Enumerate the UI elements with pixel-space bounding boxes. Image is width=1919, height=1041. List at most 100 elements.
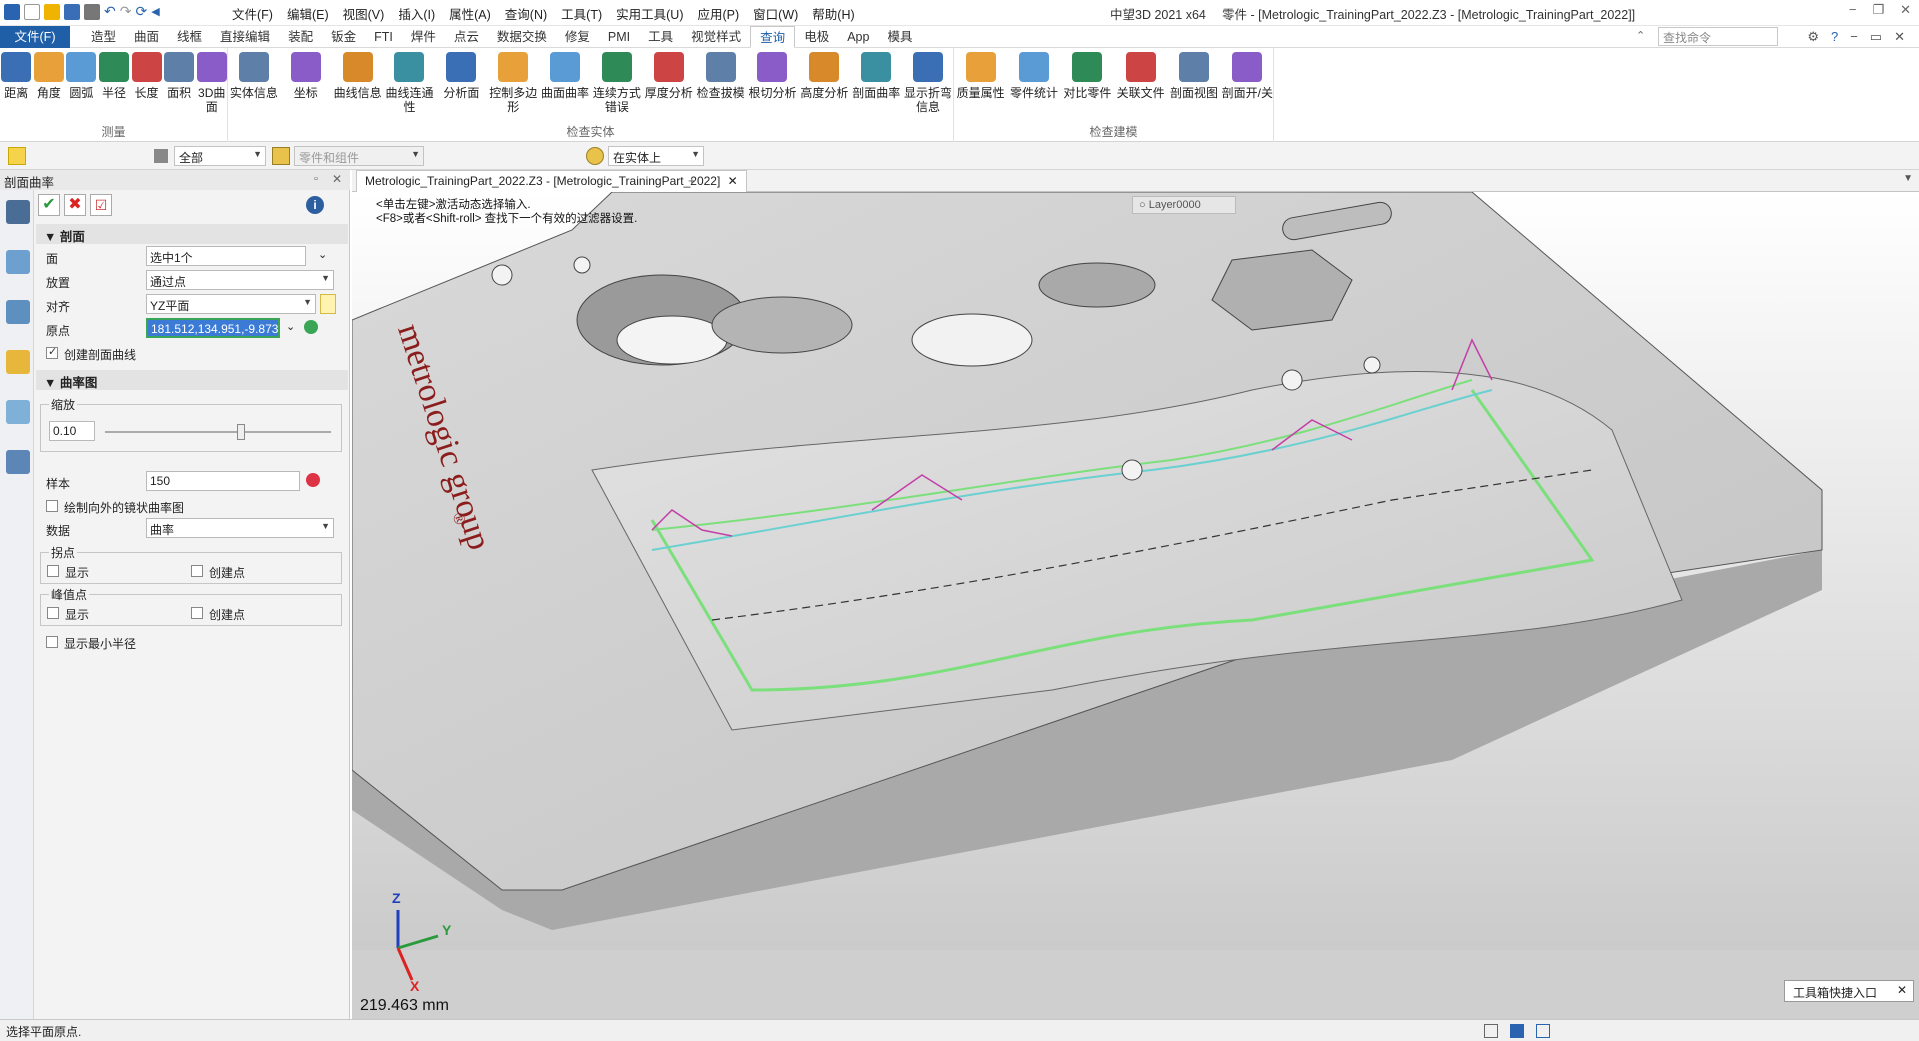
ribbon-tab[interactable]: 线框 bbox=[168, 26, 211, 48]
ribbon-tab[interactable]: FTI bbox=[365, 26, 402, 48]
ribbon-tab[interactable]: 模具 bbox=[878, 26, 921, 48]
ribbon-button[interactable]: 根切分析 bbox=[747, 52, 799, 100]
pick-on-solid-icon[interactable] bbox=[586, 147, 604, 165]
pin-icon[interactable]: ▫ bbox=[314, 173, 318, 185]
back-arrow-icon[interactable]: ◀ bbox=[151, 5, 159, 18]
open-folder-icon[interactable] bbox=[44, 3, 60, 20]
menu-item[interactable]: 窗口(W) bbox=[753, 4, 798, 23]
tab-close-icon[interactable]: ✕ bbox=[728, 174, 738, 188]
menu-item[interactable]: 查询(N) bbox=[505, 4, 547, 23]
expand-ribbon-icon[interactable]: ⌃ bbox=[1636, 29, 1645, 42]
ribbon-tab[interactable]: 数据交换 bbox=[488, 26, 556, 48]
ribbon-restore-icon[interactable]: ▭ bbox=[1870, 29, 1882, 45]
menu-item[interactable]: 属性(A) bbox=[449, 4, 491, 23]
ribbon-tab[interactable]: 修复 bbox=[556, 26, 599, 48]
settings-icon[interactable]: ⚙ bbox=[1807, 29, 1819, 45]
origin-dropdown-icon[interactable]: ⌄ bbox=[286, 320, 295, 333]
ribbon-button[interactable]: 曲线信息 bbox=[332, 52, 384, 100]
toolbox-close-icon[interactable]: ✕ bbox=[1897, 983, 1907, 997]
ribbon-tab[interactable]: 直接编辑 bbox=[211, 26, 279, 48]
placement-select[interactable]: 通过点 ▼ bbox=[146, 270, 334, 290]
sample-variable-icon[interactable] bbox=[306, 473, 320, 487]
ribbon-button[interactable]: 质量属性 bbox=[954, 52, 1007, 100]
tab-list-icon[interactable]: ▼ bbox=[1903, 173, 1913, 184]
data-select[interactable]: 曲率 ▼ bbox=[146, 518, 334, 538]
ribbon-button[interactable]: 半径 bbox=[98, 52, 131, 100]
create-curve-checkbox[interactable] bbox=[46, 345, 58, 359]
mirror-checkbox[interactable] bbox=[46, 500, 58, 512]
min-radius-checkbox[interactable] bbox=[46, 636, 58, 648]
ribbon-button[interactable]: 零件统计 bbox=[1007, 52, 1060, 100]
menu-item[interactable]: 应用(P) bbox=[697, 4, 739, 23]
align-options-icon[interactable] bbox=[320, 294, 336, 314]
minimize-icon[interactable]: − bbox=[1849, 2, 1857, 18]
sample-input[interactable]: 150 bbox=[146, 471, 300, 491]
ribbon-tab[interactable]: 工具 bbox=[639, 26, 682, 48]
user-icon[interactable] bbox=[6, 450, 30, 474]
ribbon-button[interactable]: 检查拔模 bbox=[695, 52, 747, 100]
ribbon-tab[interactable]: 点云 bbox=[445, 26, 488, 48]
ribbon-button[interactable]: 关联文件 bbox=[1114, 52, 1167, 100]
expand-double-icon[interactable]: ⌄ bbox=[318, 248, 327, 261]
face-field[interactable]: 选中1个 bbox=[146, 246, 306, 266]
info-icon[interactable]: i bbox=[306, 196, 324, 214]
save-icon[interactable] bbox=[64, 3, 80, 20]
ribbon-button[interactable]: 圆弧 bbox=[65, 52, 98, 100]
ribbon-tab[interactable]: 查询 bbox=[750, 26, 796, 48]
file-tab[interactable]: 文件(F) bbox=[0, 26, 70, 48]
ribbon-button[interactable]: 连续方式错误 bbox=[591, 52, 643, 114]
ribbon-tab[interactable]: PMI bbox=[599, 26, 639, 48]
menu-item[interactable]: 编辑(E) bbox=[287, 4, 329, 23]
filter-icon[interactable] bbox=[154, 149, 168, 163]
scale-input[interactable]: 0.10 bbox=[49, 421, 95, 441]
panel-close-icon[interactable]: ✕ bbox=[332, 172, 342, 186]
command-icon[interactable] bbox=[6, 200, 30, 224]
peak-create-checkbox[interactable] bbox=[191, 607, 203, 619]
ribbon-button[interactable]: 长度 bbox=[130, 52, 163, 100]
ribbon-button[interactable]: 实体信息 bbox=[228, 52, 280, 100]
menu-item[interactable]: 文件(F) bbox=[232, 4, 273, 23]
ribbon-button[interactable]: 分析面 bbox=[435, 52, 487, 100]
ribbon-button[interactable]: 高度分析 bbox=[798, 52, 850, 100]
ribbon-button[interactable]: 剖面曲率 bbox=[850, 52, 902, 100]
apply-button[interactable]: ☑ bbox=[90, 194, 112, 216]
inflection-show-checkbox[interactable] bbox=[47, 565, 59, 577]
undo-icon[interactable]: ↶ bbox=[104, 3, 116, 20]
menu-item[interactable]: 工具(T) bbox=[561, 4, 602, 23]
layer-selector[interactable]: ○ Layer0000 bbox=[1132, 196, 1236, 214]
parts-select[interactable]: 零件和组件 ▼ bbox=[294, 146, 424, 166]
menu-item[interactable]: 视图(V) bbox=[343, 4, 385, 23]
scale-slider-track[interactable] bbox=[105, 431, 331, 433]
filter-select[interactable]: 全部 ▼ bbox=[174, 146, 266, 166]
menu-item[interactable]: 实用工具(U) bbox=[616, 4, 683, 23]
ribbon-tab[interactable]: 焊件 bbox=[402, 26, 445, 48]
ribbon-tab[interactable]: 视觉样式 bbox=[682, 26, 750, 48]
command-search-input[interactable]: 查找命令 bbox=[1658, 27, 1778, 46]
new-tab-icon[interactable]: + bbox=[688, 173, 696, 188]
pick-mode-select[interactable]: 在实体上 ▼ bbox=[608, 146, 704, 166]
peak-show-checkbox[interactable] bbox=[47, 607, 59, 619]
new-file-icon[interactable] bbox=[24, 3, 40, 20]
ribbon-tab[interactable]: 曲面 bbox=[125, 26, 168, 48]
align-select[interactable]: YZ平面 ▼ bbox=[146, 294, 316, 314]
menu-item[interactable]: 帮助(H) bbox=[812, 4, 854, 23]
select-arrow-icon[interactable] bbox=[8, 147, 26, 165]
section-header-curvature[interactable]: ▼ 曲率图 bbox=[36, 370, 348, 390]
ribbon-tab[interactable]: 钣金 bbox=[322, 26, 365, 48]
status-view-icon[interactable] bbox=[1536, 1024, 1550, 1038]
3d-viewport[interactable]: Metrologic_TrainingPart_2022.Z3 - [Metro… bbox=[352, 170, 1919, 1019]
ribbon-button[interactable]: 对比零件 bbox=[1061, 52, 1114, 100]
status-grid-icon[interactable] bbox=[1484, 1024, 1498, 1038]
ribbon-button[interactable]: 距离 bbox=[0, 52, 33, 100]
ribbon-minimize-icon[interactable]: − bbox=[1850, 29, 1858, 45]
inflection-create-checkbox[interactable] bbox=[191, 565, 203, 577]
pick-point-icon[interactable] bbox=[304, 320, 318, 334]
toolbox-shortcut-popup[interactable]: 工具箱快捷入口 ✕ bbox=[1784, 980, 1914, 1002]
refresh-icon[interactable]: ⟳ bbox=[135, 3, 147, 20]
ribbon-button[interactable]: 坐标 bbox=[280, 52, 332, 100]
ribbon-button[interactable]: 厚度分析 bbox=[643, 52, 695, 100]
ribbon-button[interactable]: 面积 bbox=[163, 52, 196, 100]
section-header-profile[interactable]: ▼ 剖面 bbox=[36, 224, 348, 244]
restore-icon[interactable]: ❐ bbox=[1872, 2, 1884, 18]
close-icon[interactable]: ✕ bbox=[1900, 2, 1911, 18]
